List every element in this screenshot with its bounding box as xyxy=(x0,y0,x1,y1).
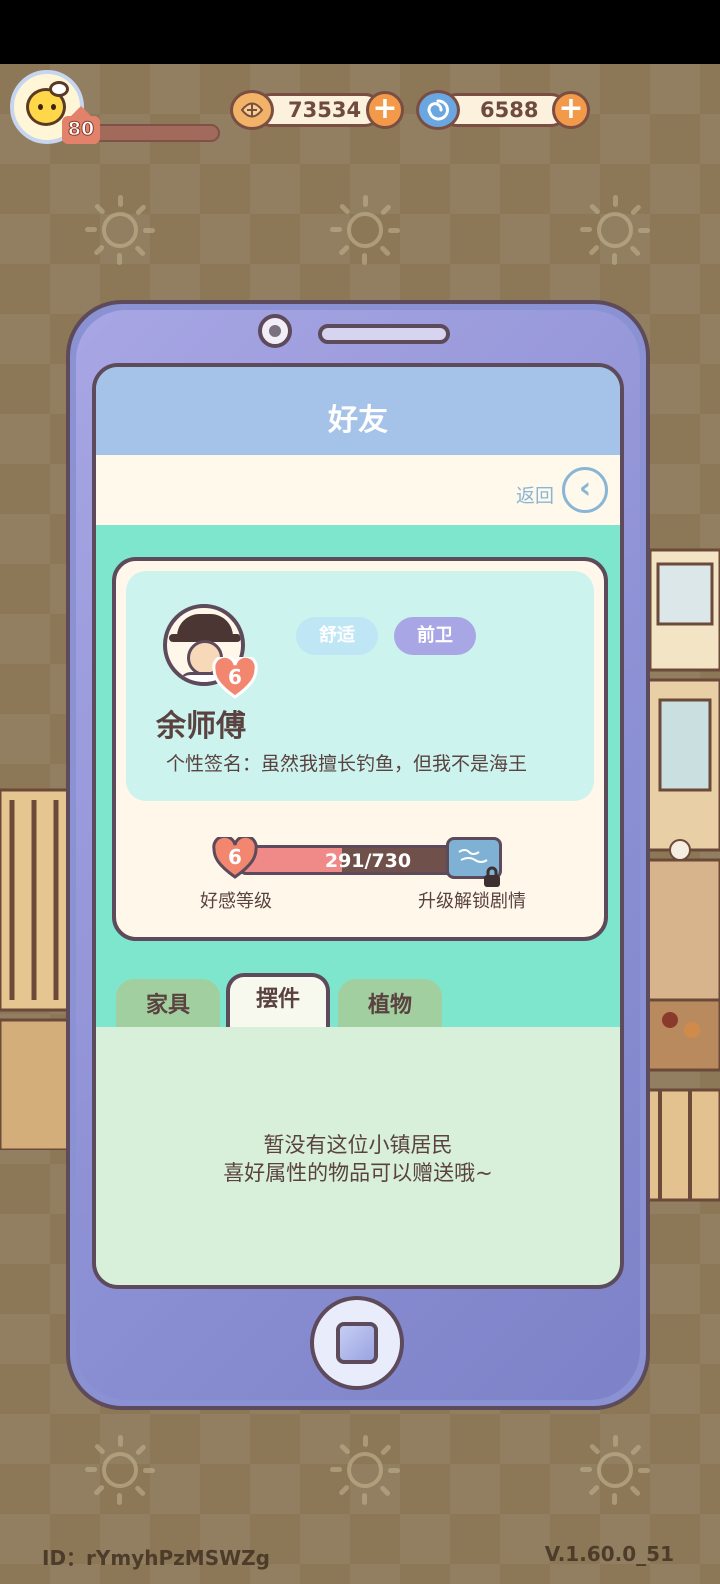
gem-value: 6588 xyxy=(480,98,539,122)
npc-affinity-level: 6 xyxy=(228,665,242,689)
coin-value: 73534 xyxy=(288,98,362,122)
tab-plants[interactable]: 植物 xyxy=(338,979,442,1027)
back-label[interactable]: 返回 xyxy=(516,481,554,508)
sun-icon xyxy=(85,195,155,265)
npc-info-panel: 6 舒适 前卫 余师傅 个性签名：虽然我擅长钓鱼，但我不是海王 xyxy=(126,571,594,801)
empty-message-line2: 喜好属性的物品可以赠送哦~ xyxy=(223,1161,493,1185)
signature-label: 个性签名： xyxy=(166,753,262,775)
gift-category-tabs: 家具 摆件 植物 xyxy=(112,973,612,1029)
tag-avant-garde: 前卫 xyxy=(394,617,476,655)
sun-icon xyxy=(330,195,400,265)
empty-state-message: 暂没有这位小镇居民 喜好属性的物品可以赠送哦~ xyxy=(96,1131,620,1187)
sun-icon xyxy=(580,195,650,265)
back-button[interactable]: ‹ xyxy=(562,467,608,513)
add-gem-button[interactable]: + xyxy=(552,91,590,129)
coin-counter: 73534 + xyxy=(230,90,406,130)
player-id: ID：rYmyhPzMSWZg xyxy=(42,1546,270,1570)
tab-furniture[interactable]: 家具 xyxy=(116,979,220,1027)
room-scenery-right xyxy=(640,548,720,1202)
affinity-heart-badge: 6 xyxy=(212,837,258,879)
room-scenery-left xyxy=(0,788,70,1150)
empty-message-line1: 暂没有这位小镇居民 xyxy=(263,1133,453,1157)
sun-icon xyxy=(85,1435,155,1505)
npc-heart-badge: 6 xyxy=(212,657,258,699)
affinity-level: 6 xyxy=(228,845,242,869)
unlock-story-label: 升级解锁剧情 xyxy=(418,891,526,912)
chevron-left-icon: ‹ xyxy=(578,471,592,506)
screen-header: 好友 xyxy=(96,367,620,455)
player-level: 80 xyxy=(67,118,95,141)
screen-title: 好友 xyxy=(328,403,388,438)
npc-profile-card: 6 舒适 前卫 余师傅 个性签名：虽然我擅长钓鱼，但我不是海王 291/730 … xyxy=(112,557,608,941)
camera-icon xyxy=(258,314,292,348)
tab-ornaments[interactable]: 摆件 xyxy=(226,973,330,1029)
npc-name: 余师傅 xyxy=(156,709,246,744)
friend-screen: 好友 返回 ‹ 6 舒适 前卫 余师傅 个性签名：虽然我擅长钓鱼，但我不是海王 xyxy=(92,363,624,1289)
status-bar xyxy=(0,0,720,64)
sun-icon xyxy=(330,1435,400,1505)
sun-icon xyxy=(580,1435,650,1505)
phone-home-button[interactable] xyxy=(310,1296,404,1390)
gem-counter: 6588 + xyxy=(416,90,592,130)
speaker-slot xyxy=(318,324,450,344)
gift-items-panel: 暂没有这位小镇居民 喜好属性的物品可以赠送哦~ xyxy=(96,1027,620,1285)
player-xp-bar xyxy=(80,124,220,142)
affinity-label: 好感等级 xyxy=(200,891,272,912)
tag-comfort: 舒适 xyxy=(296,617,378,655)
back-bar: 返回 ‹ xyxy=(96,455,620,525)
app-version: V.1.60.0_51 xyxy=(544,1542,674,1566)
signature-text: 虽然我擅长钓鱼，但我不是海王 xyxy=(261,753,528,775)
npc-signature: 个性签名：虽然我擅长钓鱼，但我不是海王 xyxy=(166,749,527,776)
player-level-badge: 80 xyxy=(62,106,100,144)
add-coin-button[interactable]: + xyxy=(366,91,404,129)
lock-icon xyxy=(484,866,500,887)
swirl-gem-icon xyxy=(416,90,460,130)
coin-icon xyxy=(230,90,274,130)
bee-icon xyxy=(26,81,69,126)
